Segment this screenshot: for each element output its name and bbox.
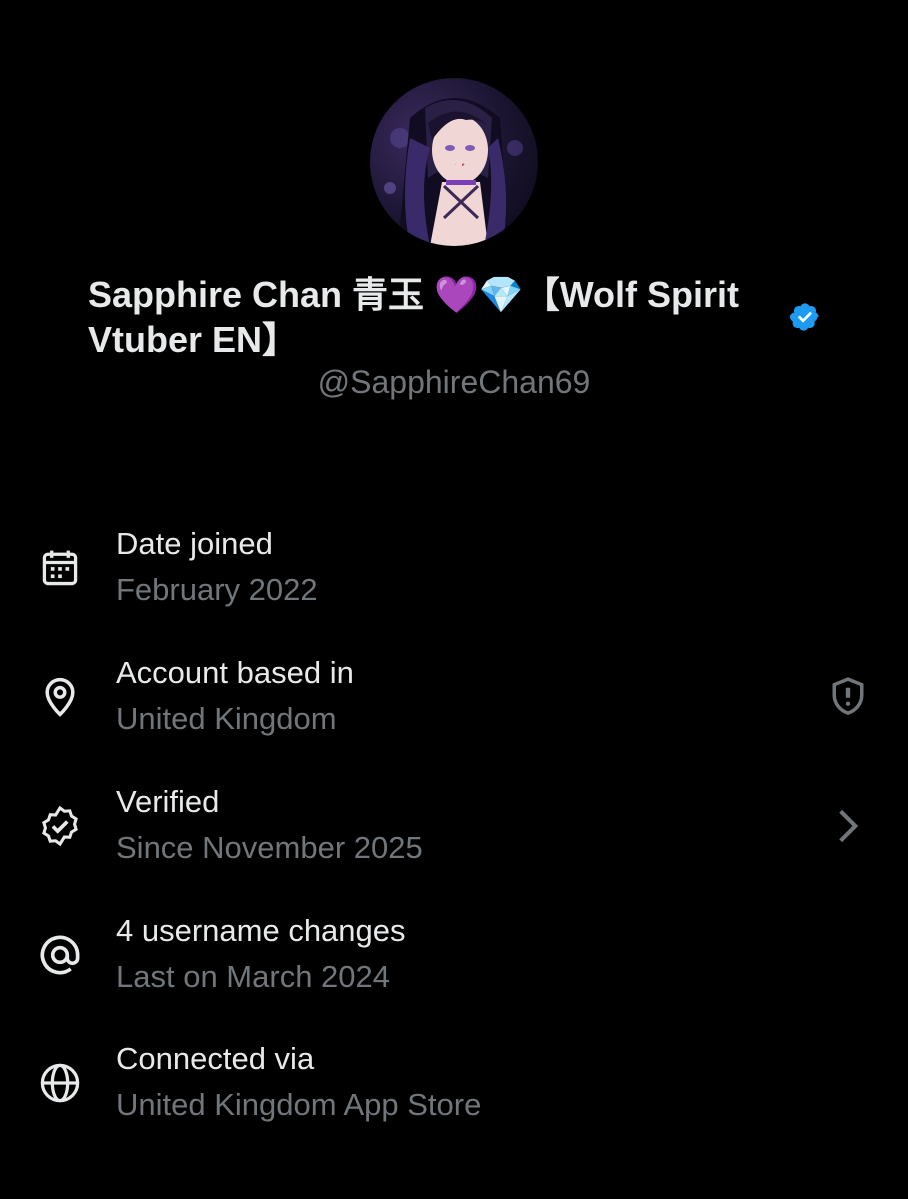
row-title: Account based in — [116, 655, 354, 690]
verified-badge-icon — [789, 301, 821, 333]
row-subtitle: Since November 2025 — [116, 830, 423, 865]
row-title: Connected via — [116, 1041, 315, 1076]
info-row-account-based-in: Account based in United Kingdom — [0, 655, 908, 755]
verified-check-icon — [36, 802, 84, 850]
display-name: Sapphire Chan 青玉 💜💎【Wolf Spirit Vtuber E… — [88, 272, 828, 362]
display-name-line-2: Vtuber EN】 — [88, 319, 299, 360]
row-title: Verified — [116, 784, 220, 819]
info-row-verified[interactable]: Verified Since November 2025 — [0, 784, 908, 884]
row-subtitle: Last on March 2024 — [116, 959, 391, 994]
avatar[interactable] — [370, 78, 538, 246]
row-title: 4 username changes — [116, 913, 406, 948]
at-sign-icon — [36, 931, 84, 979]
shield-alert-icon[interactable] — [824, 672, 872, 720]
avatar-illustration — [384, 98, 523, 246]
location-pin-icon — [36, 673, 84, 721]
username-handle: @SapphireChan69 — [317, 364, 591, 400]
chevron-right-icon[interactable] — [824, 802, 872, 850]
info-row-username-changes: 4 username changes Last on March 2024 — [0, 913, 908, 1013]
info-row-date-joined: Date joined February 2022 — [0, 526, 908, 626]
row-subtitle: United Kingdom — [116, 701, 337, 736]
display-name-line-1: Sapphire Chan 青玉 💜💎【Wolf Spirit — [88, 274, 740, 315]
row-title: Date joined — [116, 526, 273, 561]
calendar-icon — [36, 544, 84, 592]
row-subtitle: United Kingdom App Store — [116, 1087, 482, 1122]
info-row-connected-via: Connected via United Kingdom App Store — [0, 1041, 908, 1141]
row-subtitle: February 2022 — [116, 572, 318, 607]
globe-icon — [36, 1059, 84, 1107]
